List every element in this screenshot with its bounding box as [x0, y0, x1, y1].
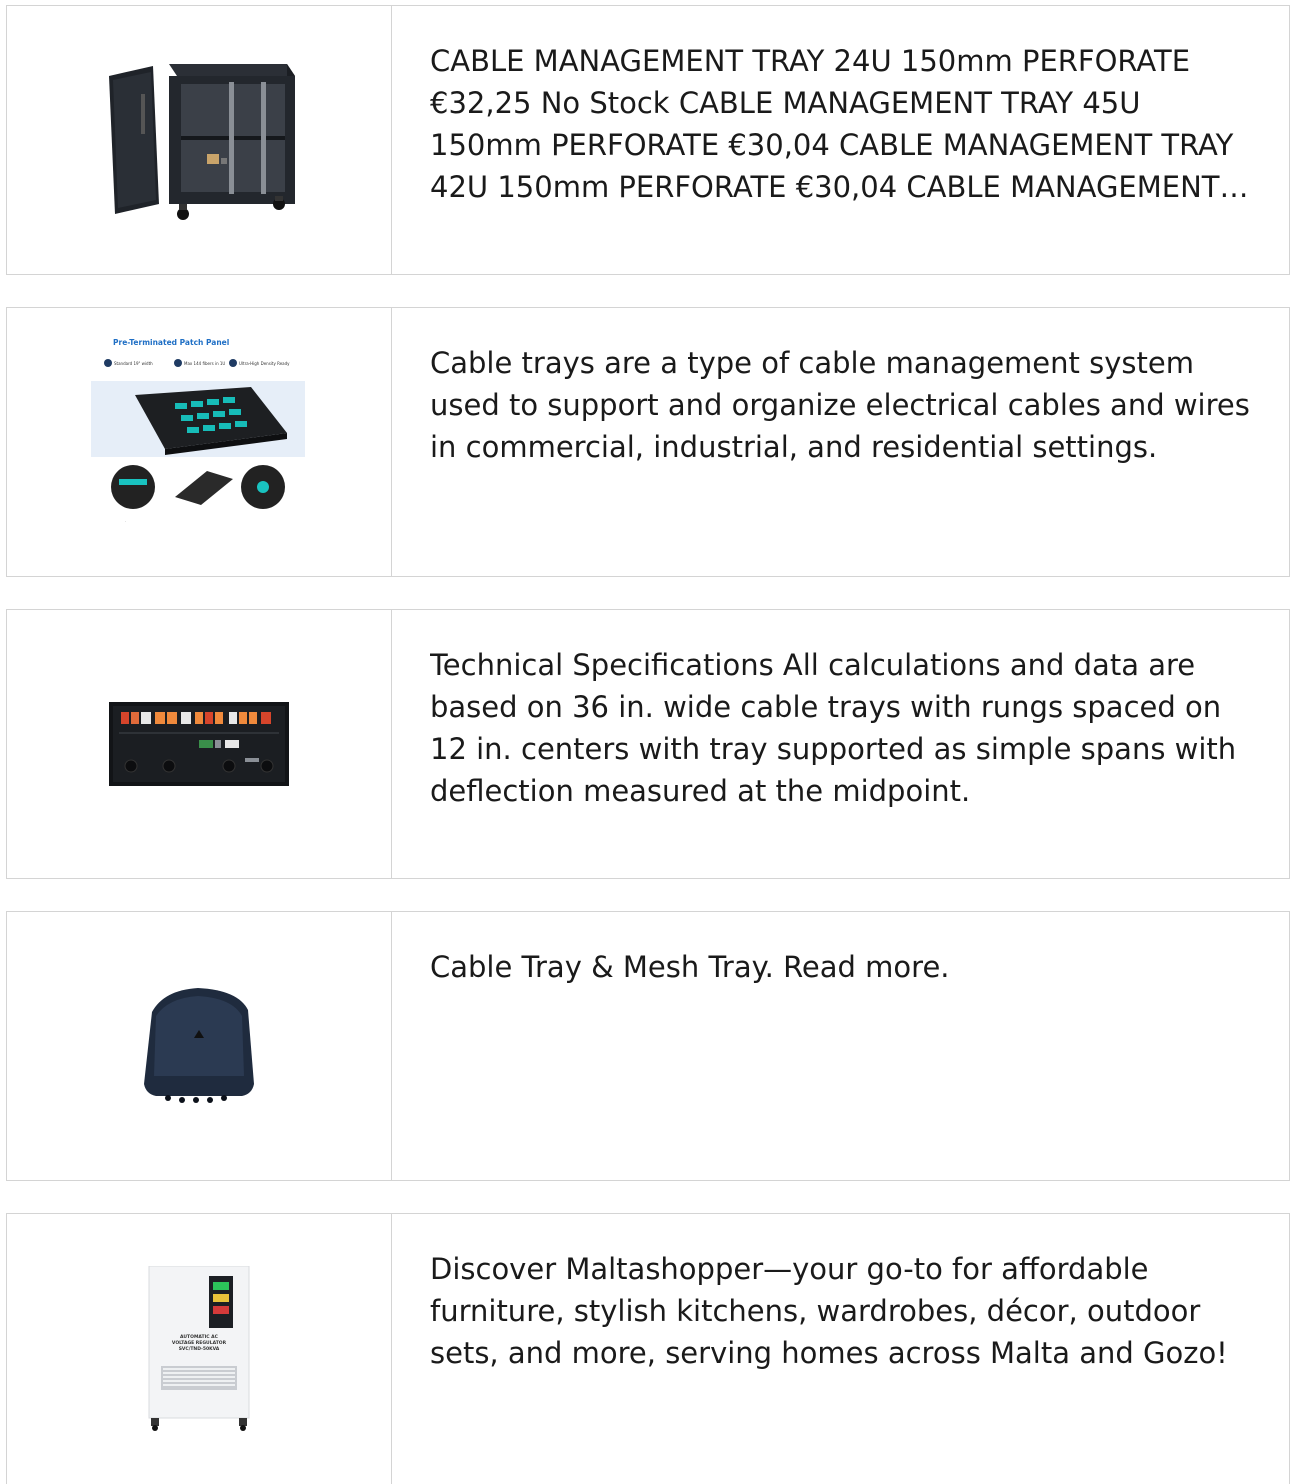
result-snippet: Discover Maltashopper—your go-to for aff… — [430, 1252, 1228, 1370]
splice-closure-image — [144, 988, 254, 1103]
result-thumbnail[interactable] — [7, 610, 392, 878]
result-card[interactable]: Technical Specifications All calculation… — [6, 609, 1290, 879]
result-snippet: Cable Tray & Mesh Tray. Read more. — [430, 950, 950, 984]
result-thumbnail[interactable] — [7, 6, 392, 274]
image-label-text: AUTOMATIC AC — [180, 1334, 219, 1340]
image-label-text: VOLTAGE REGULATOR — [172, 1340, 227, 1346]
image-title-text: Pre-Terminated Patch Panel — [113, 338, 229, 347]
image-badge-text: Max 144 fibers in 1U — [184, 361, 225, 366]
result-card[interactable]: AUTOMATIC AC VOLTAGE REGULATOR SVC/TND-5… — [6, 1213, 1290, 1484]
svg-text:·: · — [125, 520, 126, 524]
result-thumbnail[interactable] — [7, 912, 392, 1180]
server-rack-cabinet-image — [109, 64, 295, 220]
result-card[interactable]: CABLE MANAGEMENT TRAY 24U 150mm PERFORAT… — [6, 5, 1290, 275]
result-snippet: Cable trays are a type of cable manageme… — [430, 346, 1250, 464]
result-thumbnail[interactable]: Pre-Terminated Patch Panel Standard 19" … — [7, 308, 392, 576]
image-badge-text: Ultra-High Density Ready — [239, 361, 290, 366]
patch-panel-infographic-image: Pre-Terminated Patch Panel Standard 19" … — [91, 338, 305, 524]
result-snippet: Technical Specifications All calculation… — [430, 648, 1237, 808]
result-snippet: CABLE MANAGEMENT TRAY 24U 150mm PERFORAT… — [430, 44, 1234, 204]
voltage-regulator-image: AUTOMATIC AC VOLTAGE REGULATOR SVC/TND-5… — [148, 1266, 250, 1431]
result-card[interactable]: Cable Tray & Mesh Tray. Read more. — [6, 911, 1290, 1181]
result-thumbnail[interactable]: AUTOMATIC AC VOLTAGE REGULATOR SVC/TND-5… — [7, 1214, 392, 1484]
result-card[interactable]: Pre-Terminated Patch Panel Standard 19" … — [6, 307, 1290, 577]
search-results-list: CABLE MANAGEMENT TRAY 24U 150mm PERFORAT… — [0, 0, 1292, 1484]
rack-pdu-image — [109, 702, 289, 786]
image-badge-text: Standard 19" width — [114, 361, 153, 366]
image-label-text: SVC/TND-50KVA — [179, 1346, 220, 1352]
